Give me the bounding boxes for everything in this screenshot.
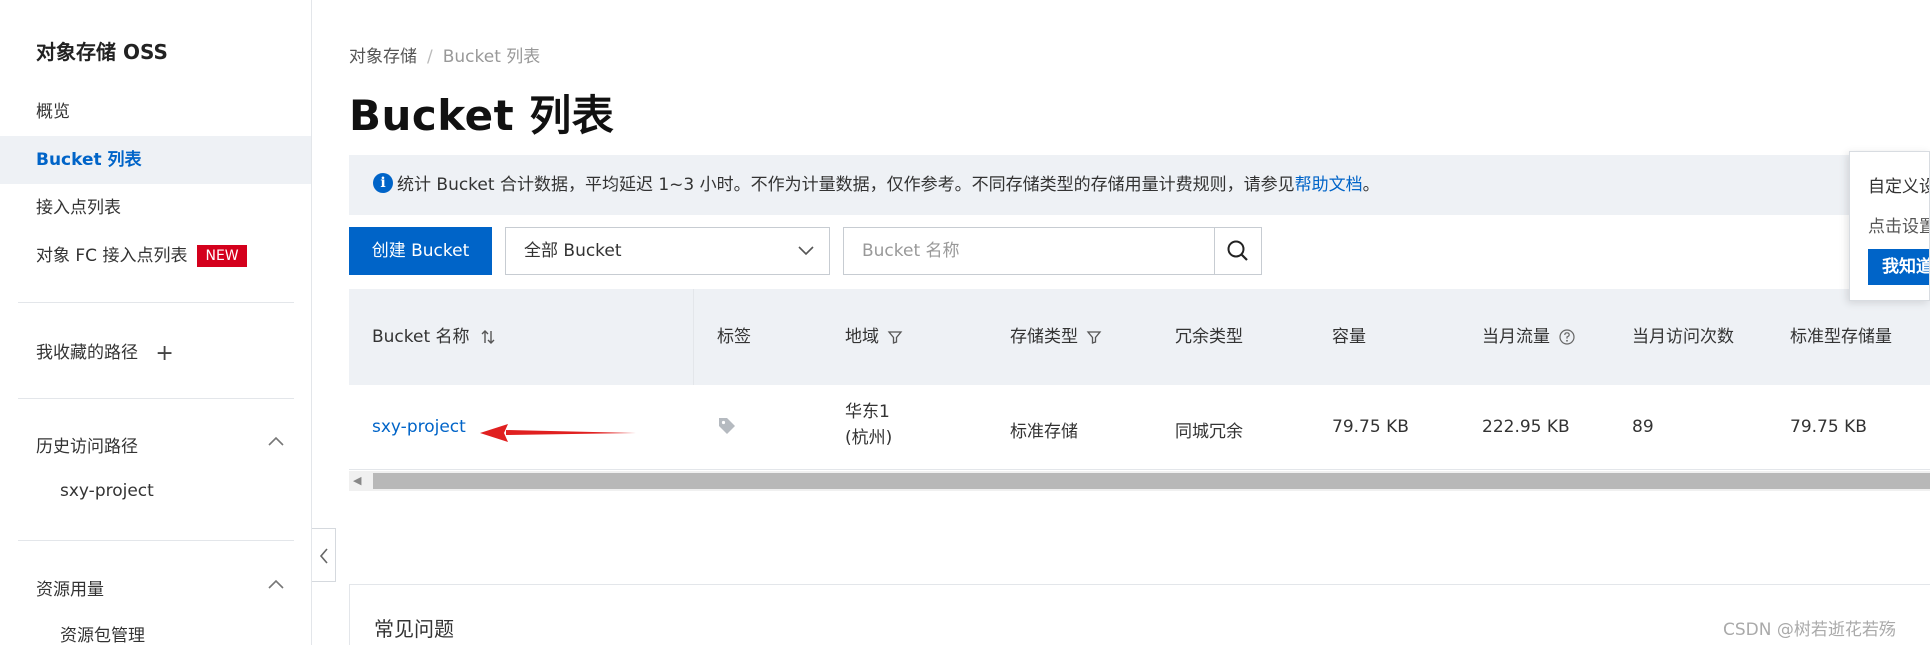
- sidebar: 对象存储 OSS 概览 Bucket 列表 接入点列表 对象 FC 接入点列表 N…: [0, 0, 312, 645]
- favorites-section: 我收藏的路径 +: [36, 338, 286, 366]
- history-section[interactable]: 历史访问路径: [36, 432, 286, 457]
- scroll-left-icon[interactable]: ◀: [353, 474, 361, 487]
- resources-section[interactable]: 资源用量: [36, 575, 286, 600]
- notice-text: 统计 Bucket 合计数据，平均延迟 1~3 小时。不作为计量数据，仅作参考。…: [397, 175, 1295, 195]
- breadcrumb-current: Bucket 列表: [442, 47, 541, 67]
- col-header-standard-storage: 标准型存储量: [1790, 327, 1892, 347]
- sidebar-item-label: 概览: [36, 102, 70, 122]
- region-line-1: 华东1: [845, 402, 890, 422]
- filter-icon[interactable]: [887, 329, 903, 345]
- redundancy-cell: 同城冗余: [1175, 422, 1243, 442]
- add-favorite-icon[interactable]: +: [155, 341, 173, 366]
- favorites-label: 我收藏的路径: [36, 343, 138, 363]
- breadcrumb: 对象存储 / Bucket 列表: [349, 42, 540, 67]
- region-line-2: (杭州): [845, 428, 893, 448]
- help-icon[interactable]: [1558, 328, 1576, 346]
- storage-type-cell: 标准存储: [1010, 422, 1078, 442]
- col-header-visits: 当月访问次数: [1632, 327, 1734, 347]
- sort-icon[interactable]: [479, 328, 497, 346]
- table-header: Bucket 名称 标签 地域 存储类型 冗余类型 容量 当月流量 当月访问次数…: [349, 289, 1930, 385]
- sidebar-item-overview[interactable]: 概览: [0, 88, 311, 136]
- sidebar-divider: [18, 302, 294, 303]
- sidebar-divider: [18, 398, 294, 399]
- filter-icon[interactable]: [1086, 329, 1102, 345]
- traffic-cell: 222.95 KB: [1482, 417, 1570, 437]
- notice-suffix: 。: [1362, 175, 1380, 195]
- resources-label: 资源用量: [36, 580, 104, 600]
- create-bucket-button[interactable]: 创建 Bucket: [349, 227, 492, 275]
- region-cell: 华东1 (杭州): [845, 399, 892, 451]
- col-header-tags: 标签: [717, 327, 751, 347]
- product-title: 对象存储 OSS: [36, 40, 168, 64]
- sidebar-item-label: Bucket 列表: [36, 150, 142, 170]
- capacity-cell: 79.75 KB: [1332, 417, 1409, 437]
- new-badge: NEW: [197, 245, 247, 267]
- got-it-button[interactable]: 我知道: [1868, 249, 1929, 285]
- chevron-up-icon[interactable]: [266, 575, 286, 600]
- bucket-filter-select[interactable]: 全部 Bucket: [505, 227, 830, 275]
- sidebar-divider: [18, 540, 294, 541]
- col-header-region[interactable]: 地域: [845, 289, 903, 385]
- breadcrumb-separator: /: [427, 47, 433, 67]
- breadcrumb-root[interactable]: 对象存储: [349, 47, 417, 67]
- annotation-arrow-icon: [480, 424, 636, 442]
- chevron-down-icon: [797, 228, 815, 292]
- col-header-label: Bucket 名称: [372, 327, 470, 347]
- bucket-name-link[interactable]: sxy-project: [372, 417, 466, 437]
- col-header-name[interactable]: Bucket 名称: [372, 289, 497, 385]
- tag-icon[interactable]: [717, 416, 737, 441]
- col-header-capacity: 容量: [1332, 327, 1366, 347]
- watermark: CSDN @树若逝花若殇: [1723, 620, 1896, 640]
- sidebar-item-access-points[interactable]: 接入点列表: [0, 184, 311, 232]
- search-button[interactable]: [1214, 227, 1262, 275]
- info-icon: i: [373, 173, 393, 193]
- guide-popover: 自定义设 点击设置 我知道: [1849, 151, 1930, 301]
- resources-item[interactable]: 资源包管理: [60, 621, 145, 645]
- popover-title: 自定义设: [1868, 177, 1930, 197]
- visits-cell: 89: [1632, 417, 1654, 437]
- sidebar-item-label: 接入点列表: [36, 198, 121, 218]
- info-notice: i 统计 Bucket 合计数据，平均延迟 1~3 小时。不作为计量数据，仅作参考…: [349, 155, 1930, 215]
- sidebar-item-bucket-list[interactable]: Bucket 列表: [0, 136, 311, 184]
- page-title: Bucket 列表: [349, 91, 615, 140]
- col-header-label: 当月流量: [1482, 327, 1550, 347]
- bucket-search-input[interactable]: [843, 227, 1214, 275]
- col-header-traffic: 当月流量: [1482, 289, 1576, 385]
- faq-panel: 常见问题: [349, 584, 1930, 645]
- help-doc-link[interactable]: 帮助文档: [1295, 175, 1363, 195]
- bucket-filter-value: 全部 Bucket: [524, 241, 622, 261]
- history-item[interactable]: sxy-project: [60, 481, 154, 501]
- col-header-label: 地域: [845, 327, 879, 347]
- collapse-sidebar-button[interactable]: [312, 528, 336, 582]
- history-label: 历史访问路径: [36, 437, 138, 457]
- sidebar-item-label: 对象 FC 接入点列表: [36, 246, 188, 266]
- col-header-redundancy: 冗余类型: [1175, 327, 1243, 347]
- col-header-storage-type[interactable]: 存储类型: [1010, 289, 1102, 385]
- scrollbar-thumb[interactable]: [373, 473, 1930, 489]
- chevron-left-icon: [319, 548, 328, 564]
- faq-title: 常见问题: [374, 617, 454, 641]
- sidebar-item-fc-access-points[interactable]: 对象 FC 接入点列表 NEW: [0, 232, 311, 280]
- search-icon: [1227, 240, 1248, 261]
- chevron-up-icon[interactable]: [266, 432, 286, 457]
- horizontal-scrollbar[interactable]: ◀: [349, 471, 1930, 491]
- popover-text: 点击设置: [1868, 217, 1930, 237]
- standard-storage-cell: 79.75 KB: [1790, 417, 1867, 437]
- col-header-label: 存储类型: [1010, 327, 1078, 347]
